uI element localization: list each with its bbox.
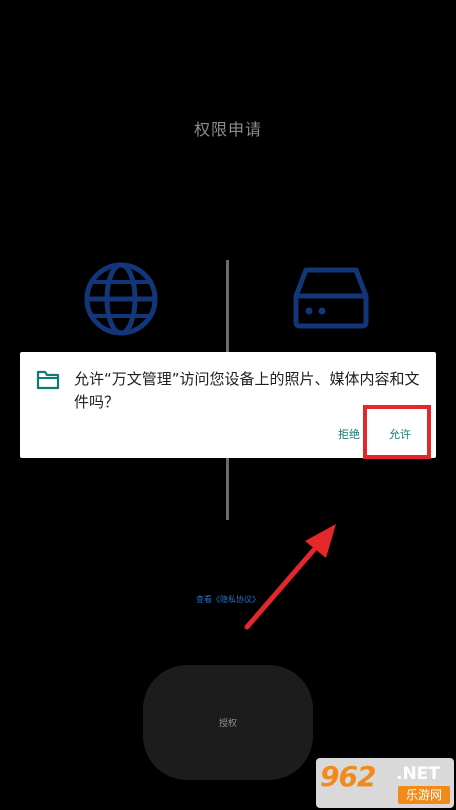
site-watermark: 962 .NET 乐游网 [316,758,454,808]
watermark-logo: 962 [320,760,376,793]
grant-button-label: 授权 [218,719,237,729]
privacy-link[interactable]: 查看《隐私协议》 [0,594,456,605]
grant-button[interactable]: 授权 [143,665,313,780]
watermark-domain: .NET [396,764,440,784]
watermark-site-name: 乐游网 [398,786,450,804]
